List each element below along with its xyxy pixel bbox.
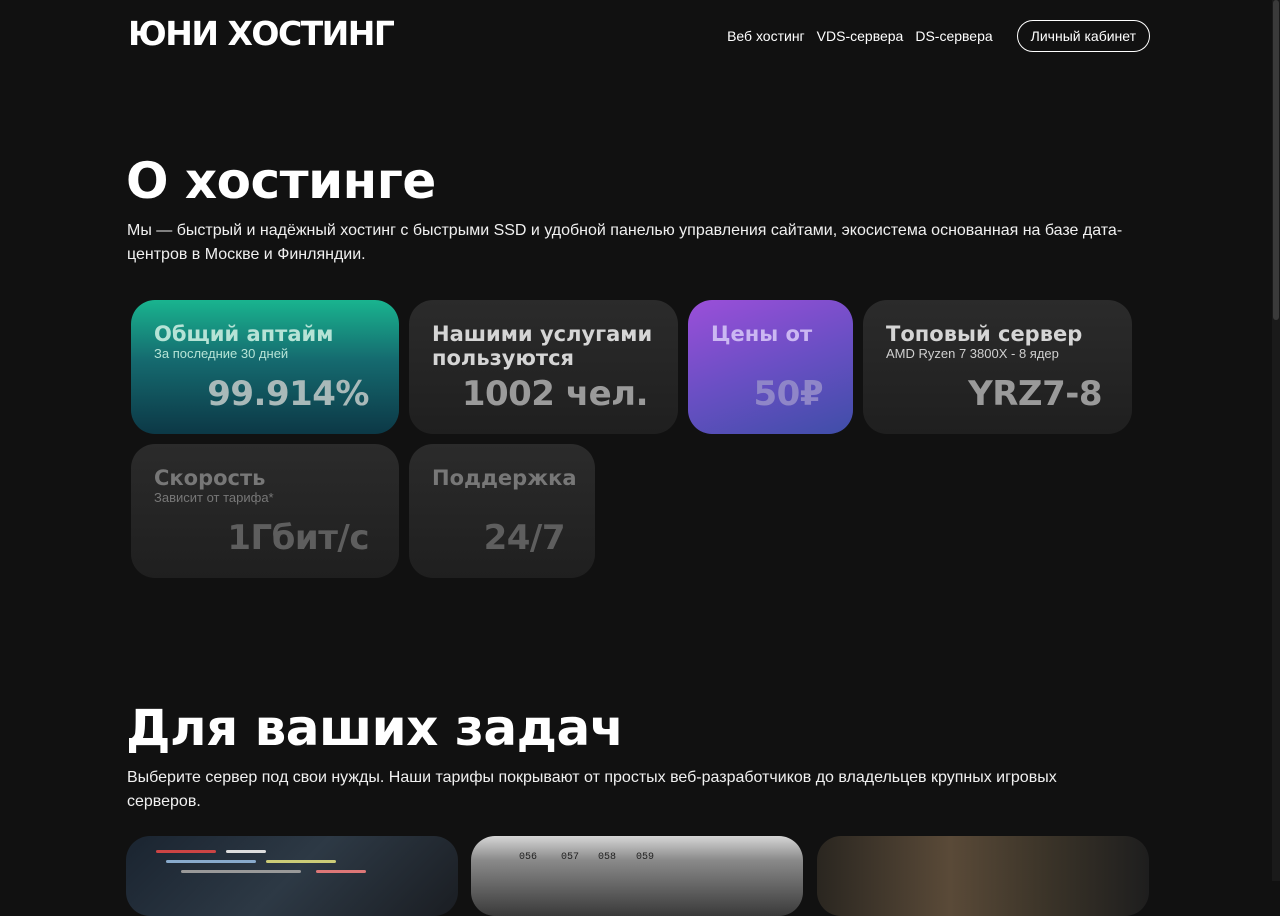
site-header: ЮНИ ХОСТИНГ Веб хостинг VDS-сервера DS-с… <box>0 0 1280 74</box>
stat-value: 50₽ <box>753 374 824 414</box>
stat-value: 99.914% <box>207 374 369 414</box>
about-description: Мы — быстрый и надёжный хостинг с быстры… <box>127 222 1123 263</box>
task-card-rack[interactable]: 056 057 058 059 <box>471 836 803 916</box>
task-card-code[interactable] <box>126 836 458 916</box>
stat-value: YRZ7-8 <box>968 374 1102 414</box>
stat-card-top-server: Топовый сервер AMD Ryzen 7 3800X - 8 яде… <box>863 300 1132 434</box>
code-line <box>226 850 266 853</box>
stat-card-speed: Скорость Зависит от тарифа* 1Гбит/с <box>131 444 399 578</box>
tasks-title: Для ваших задач <box>126 699 624 757</box>
nav-ds-servers[interactable]: DS-сервера <box>915 20 992 52</box>
rack-label: 057 <box>561 852 580 863</box>
stat-title: Общий аптайм <box>154 322 334 346</box>
rack-label: 059 <box>636 852 655 863</box>
code-line <box>156 850 216 853</box>
stat-value: 24/7 <box>483 518 566 558</box>
stat-card-users: Нашими услугами пользуются 1002 чел. <box>409 300 678 434</box>
nav-vds-servers[interactable]: VDS-сервера <box>817 20 904 52</box>
rack-label: 056 <box>519 852 538 863</box>
tasks-description: Выберите сервер под свои нужды. Наши тар… <box>127 769 1057 810</box>
stat-value: 1Гбит/с <box>227 518 369 558</box>
stat-title: Скорость <box>154 466 266 490</box>
stat-subtitle: За последние 30 дней <box>154 346 289 361</box>
code-line <box>266 860 336 863</box>
stat-title: Цены от <box>711 322 813 346</box>
code-line <box>316 870 366 873</box>
stat-subtitle: Зависит от тарифа* <box>154 490 274 505</box>
personal-cabinet-button[interactable]: Личный кабинет <box>1016 20 1150 52</box>
stat-title: Топовый сервер <box>886 322 1083 346</box>
nav-web-hosting[interactable]: Веб хостинг <box>727 20 805 52</box>
main-nav: Веб хостинг VDS-сервера DS-сервера Личны… <box>715 20 1150 52</box>
site-logo[interactable]: ЮНИ ХОСТИНГ <box>128 14 395 54</box>
rack-label: 058 <box>598 852 617 863</box>
stat-card-support: Поддержка 24/7 <box>409 444 595 578</box>
stat-title: Поддержка <box>432 466 577 490</box>
task-card-datacenter[interactable] <box>817 836 1149 916</box>
stat-value: 1002 чел. <box>461 374 649 414</box>
stat-subtitle: AMD Ryzen 7 3800X - 8 ядер <box>886 346 1059 361</box>
scrollbar-thumb[interactable] <box>1273 0 1279 320</box>
about-title: О хостинге <box>126 152 436 210</box>
stat-title: Нашими услугами пользуются <box>432 322 653 370</box>
code-line <box>166 860 256 863</box>
stat-card-prices: Цены от 50₽ <box>688 300 853 434</box>
stat-card-uptime: Общий аптайм За последние 30 дней 99.914… <box>131 300 399 434</box>
page-scrollbar[interactable] <box>1272 0 1280 881</box>
code-line <box>181 870 301 873</box>
